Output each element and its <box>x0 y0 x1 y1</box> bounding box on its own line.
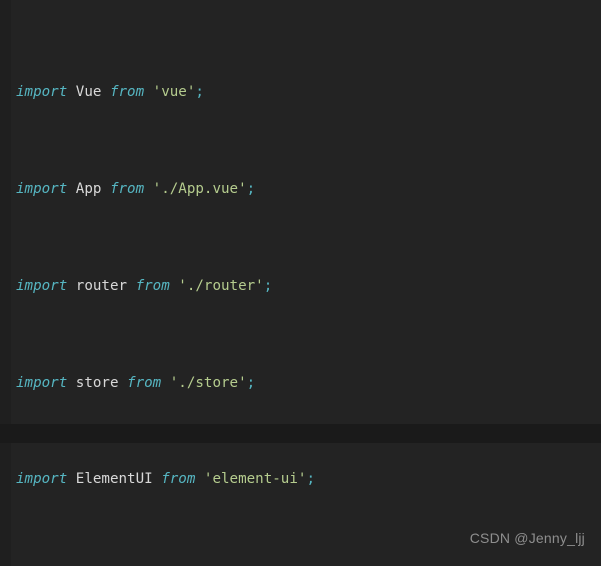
token-string: 'vue' <box>144 84 196 101</box>
token-semicolon: ; <box>246 374 256 391</box>
token-keyword: import <box>16 84 68 101</box>
token-string: './store' <box>161 374 247 391</box>
code-line: import store from './store'; <box>0 374 601 393</box>
code-content[interactable]: import Vue from 'vue'; import App from '… <box>0 0 601 566</box>
token-string: './router' <box>169 277 264 294</box>
token-identifier: App <box>67 181 110 198</box>
token-keyword-from: from <box>161 471 196 488</box>
token-keyword-from: from <box>127 374 162 391</box>
token-keyword-from: from <box>109 181 145 198</box>
token-identifier: store <box>67 374 128 391</box>
token-keyword: import <box>16 181 68 198</box>
token-identifier: ElementUI <box>67 471 162 488</box>
code-editor[interactable]: import Vue from 'vue'; import App from '… <box>0 0 601 566</box>
code-line: import App from './App.vue'; <box>0 180 601 199</box>
csdn-watermark: CSDN @Jenny_ljj <box>469 530 585 546</box>
token-keyword: import <box>16 374 68 391</box>
token-identifier: router <box>67 277 136 294</box>
token-keyword: import <box>16 471 68 488</box>
token-identifier: Vue <box>67 84 110 101</box>
token-semicolon: ; <box>263 277 273 294</box>
token-string: 'element-ui' <box>195 471 307 488</box>
code-line: import ElementUI from 'element-ui'; <box>0 470 601 489</box>
token-keyword-from: from <box>135 277 170 294</box>
token-string: './App.vue' <box>144 181 247 198</box>
token-keyword: import <box>16 277 68 294</box>
token-semicolon: ; <box>306 471 315 488</box>
code-line: import Vue from 'vue'; <box>0 83 601 102</box>
token-keyword-from: from <box>109 84 145 101</box>
token-semicolon: ; <box>195 84 204 101</box>
token-semicolon: ; <box>246 181 256 198</box>
code-line: import router from './router'; <box>0 277 601 296</box>
